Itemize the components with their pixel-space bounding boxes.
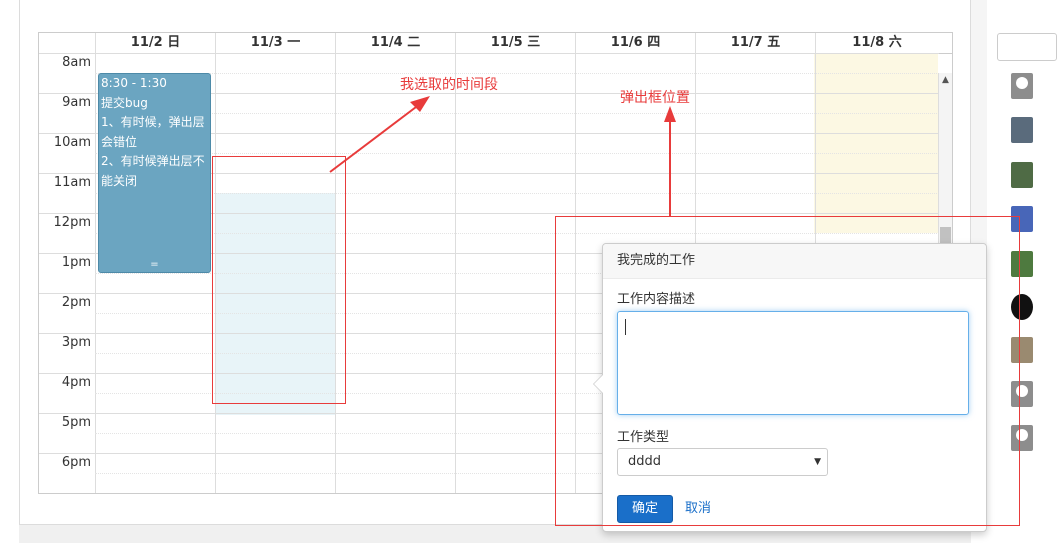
event-line: 能关闭 (101, 173, 138, 188)
event-resize-handle[interactable]: = (99, 255, 210, 275)
event-line: 提交bug (101, 95, 148, 110)
day-header-mon[interactable]: 11/3 一 (215, 33, 335, 53)
hour-label: 1pm (61, 255, 91, 270)
hour-label: 3pm (61, 335, 91, 350)
event-time: 8:30 - 1:30 (101, 76, 167, 90)
calendar-event[interactable]: 8:30 - 1:30 提交bug 1、有时候，弹出层 会错位 2、有时候弹出层… (98, 73, 211, 273)
selection-highlight-box (212, 156, 346, 404)
selected-range-annotation: 我选取的时间段 (400, 77, 498, 93)
hour-label: 8am (62, 55, 91, 70)
hour-label: 11am (53, 175, 91, 190)
day-header-tue[interactable]: 11/4 二 (335, 33, 455, 53)
grid-line (95, 113, 939, 114)
event-line: 会错位 (101, 134, 138, 149)
day-header-fri[interactable]: 11/7 五 (695, 33, 815, 53)
calendar-header: 11/2 日 11/3 一 11/4 二 11/5 三 11/6 四 11/7 … (39, 33, 952, 54)
day-header-wed[interactable]: 11/5 三 (455, 33, 575, 53)
popover-highlight-box (555, 216, 1020, 526)
grid-line (95, 153, 939, 154)
day-header-sat[interactable]: 11/8 六 (815, 33, 938, 53)
user-avatar[interactable] (1011, 73, 1033, 99)
today-column-highlight (814, 53, 938, 233)
day-header-thu[interactable]: 11/6 四 (575, 33, 695, 53)
grid-line (95, 73, 939, 74)
user-avatar[interactable] (1011, 117, 1033, 143)
hour-label: 5pm (61, 415, 91, 430)
hour-label: 2pm (61, 295, 91, 310)
hour-label: 10am (53, 135, 91, 150)
scroll-up-arrow-icon[interactable]: ▲ (942, 75, 949, 85)
popup-position-annotation: 弹出框位置 (620, 90, 690, 106)
hour-label: 6pm (61, 455, 91, 470)
event-line: 1、有时候，弹出层 (101, 115, 205, 129)
sidebar-search-input[interactable] (997, 33, 1057, 61)
grid-line (39, 53, 939, 54)
day-header-sun[interactable]: 11/2 日 (95, 33, 215, 53)
hour-label: 9am (62, 95, 91, 110)
user-avatar[interactable] (1011, 162, 1033, 188)
hour-label: 12pm (53, 215, 91, 230)
event-line: 2、有时候弹出层不 (101, 154, 205, 168)
hour-label: 4pm (61, 375, 91, 390)
